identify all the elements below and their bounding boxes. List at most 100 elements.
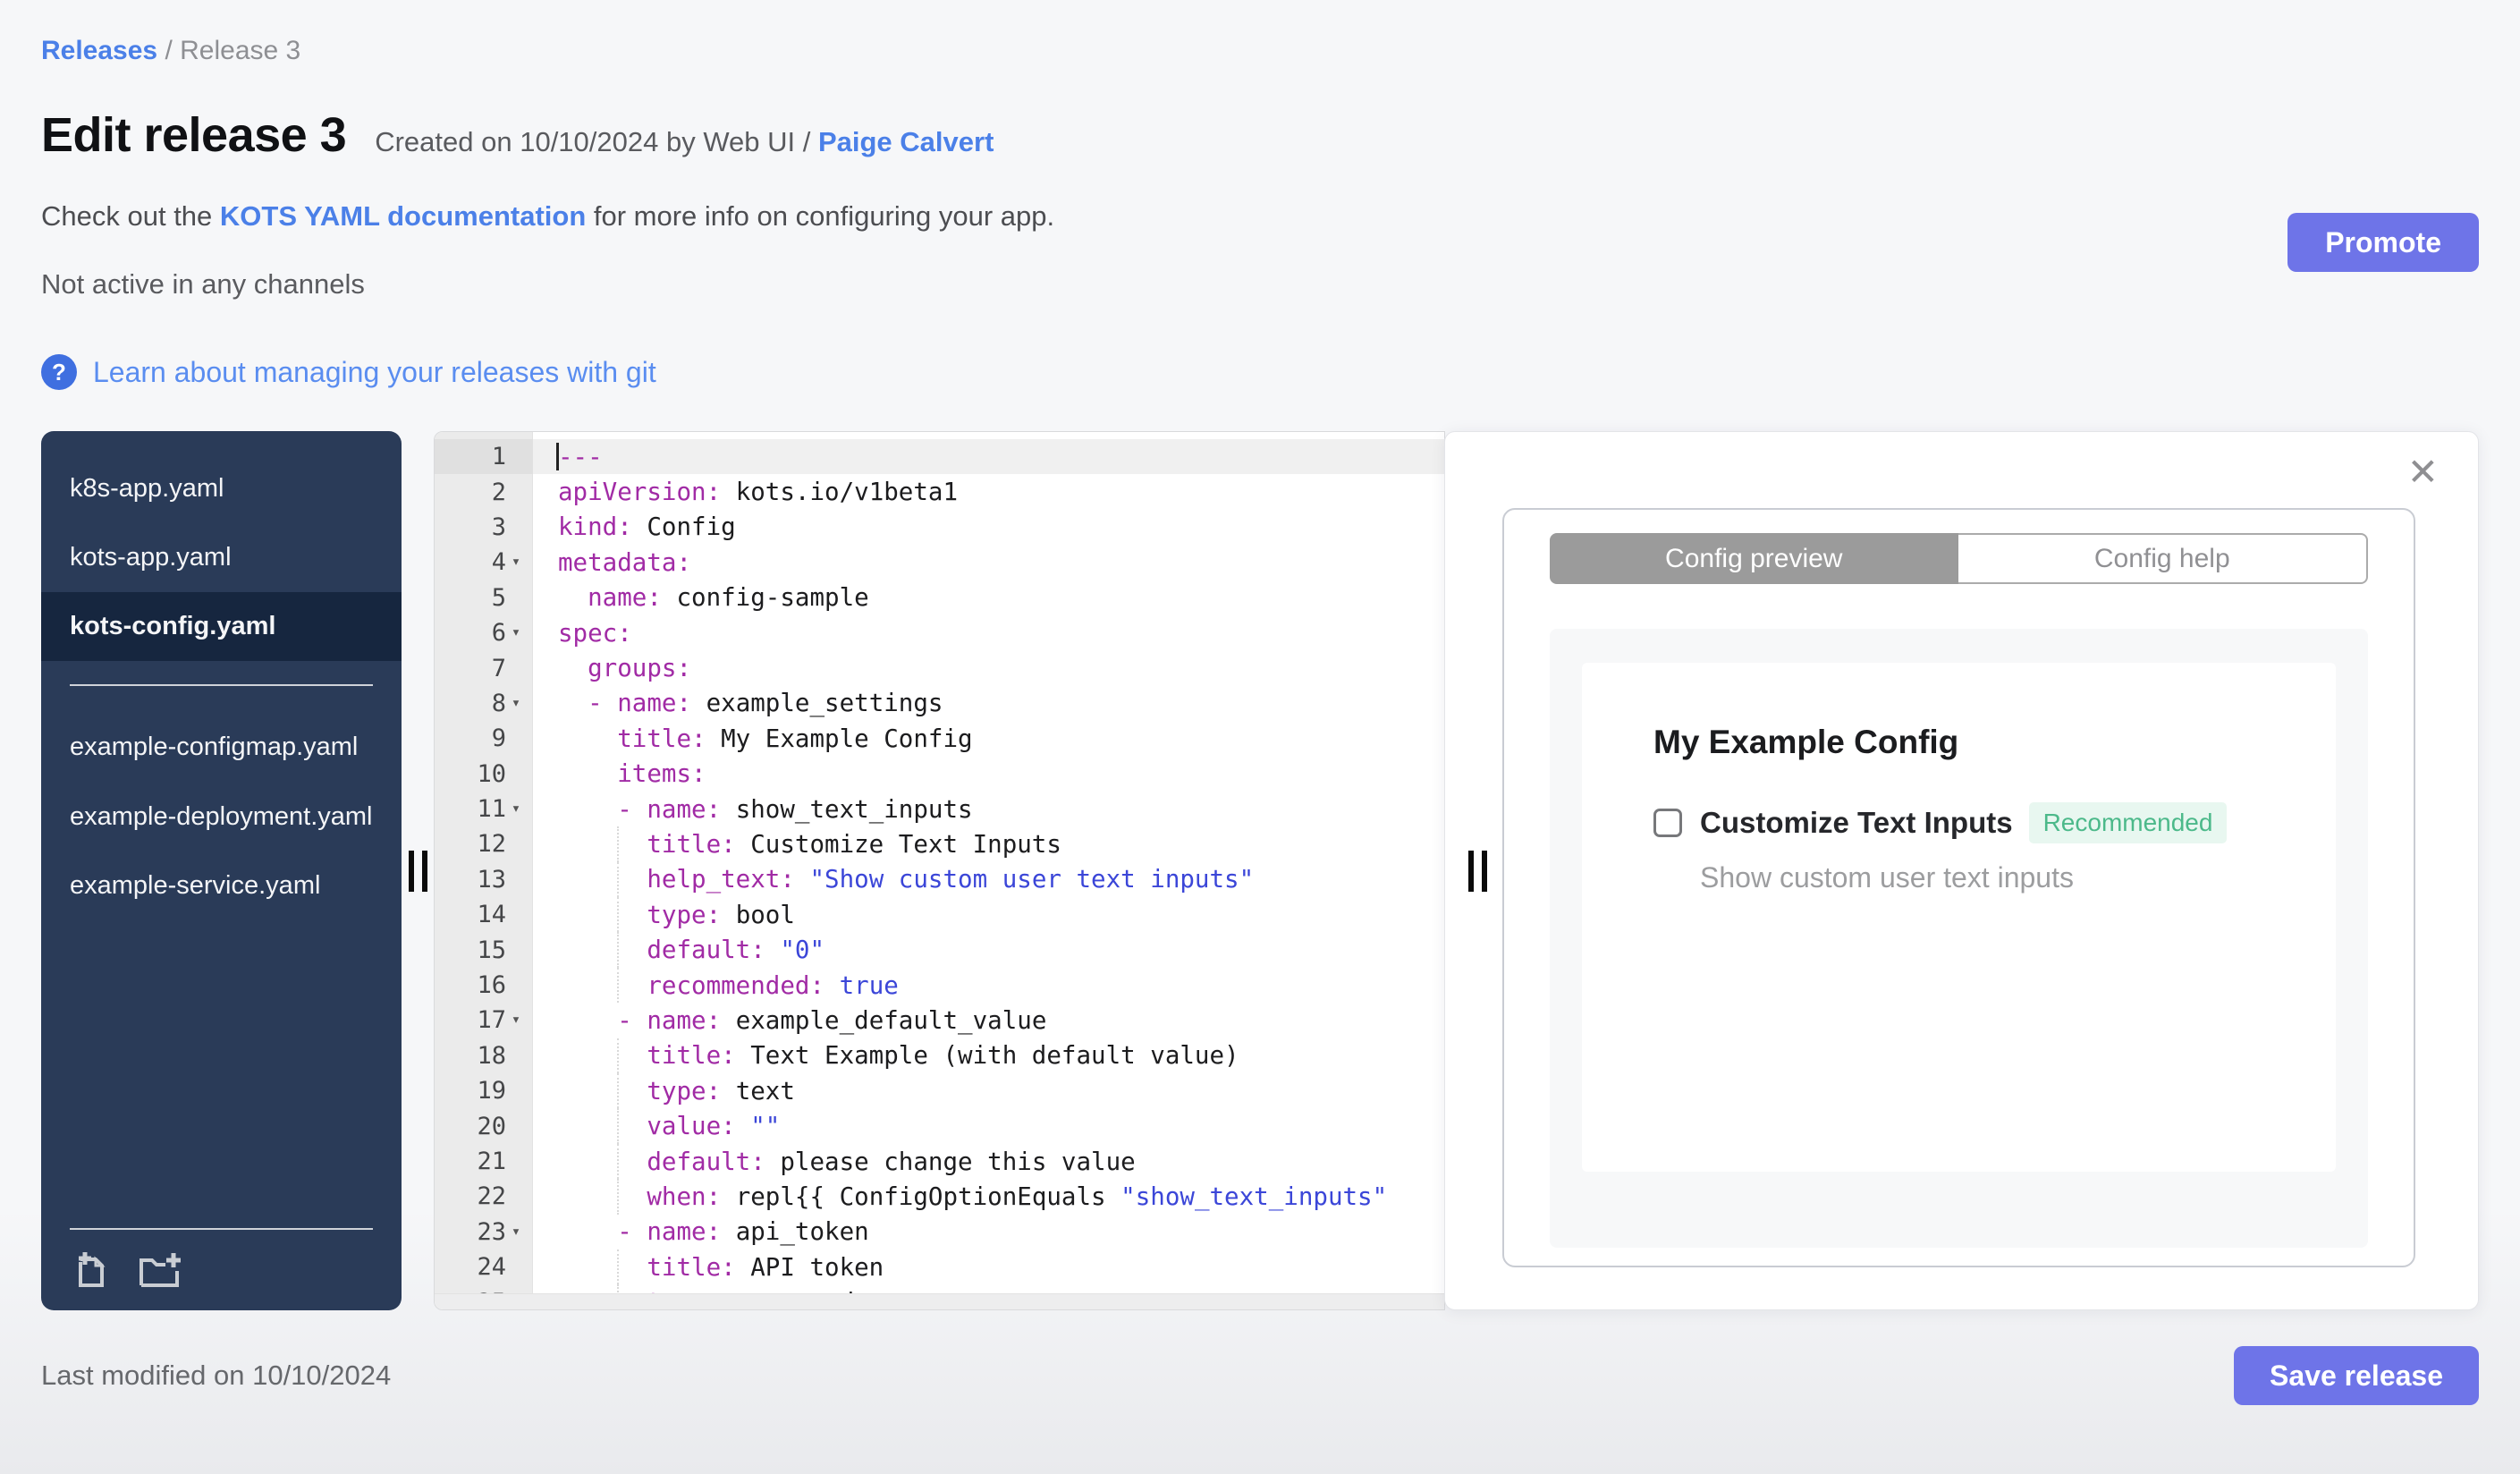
preview-card: Config preview Config help My Example Co… — [1502, 508, 2415, 1267]
line-number: 23 ▾ — [435, 1215, 533, 1250]
code-line-content[interactable]: when: repl{{ ConfigOptionEquals "show_te… — [533, 1179, 1444, 1215]
fold-arrow-icon[interactable]: ▾ — [506, 695, 526, 711]
code-line-content[interactable]: default: "0" — [533, 932, 1444, 968]
line-number: 21 — [477, 1148, 506, 1175]
indent-guide — [617, 861, 620, 898]
channel-status: Not active in any channels — [41, 268, 365, 300]
line-number: 2 — [491, 478, 506, 506]
sidebar-resize-handle[interactable] — [402, 431, 434, 1310]
line-number: 9 — [491, 724, 506, 753]
code-line-content[interactable]: - name: example_settings — [533, 686, 1444, 721]
code-line-content[interactable]: metadata: — [533, 545, 1444, 580]
line-number: 12 — [477, 830, 506, 859]
save-release-button[interactable]: Save release — [2234, 1346, 2479, 1405]
sidebar-item-example-deployment-yaml[interactable]: example-deployment.yaml — [41, 783, 402, 851]
code-line-content[interactable]: default: please change this value — [533, 1143, 1444, 1180]
fold-arrow-icon[interactable]: ▾ — [506, 625, 526, 640]
breadcrumb-separator: / — [157, 36, 181, 65]
code-line-content[interactable]: recommended: true — [533, 967, 1444, 1004]
sidebar-item-example-service-yaml[interactable]: example-service.yaml — [41, 851, 402, 920]
code-line-content[interactable]: kind: Config — [533, 510, 1444, 545]
code-line-23: 23 ▾ - name: api_token — [435, 1215, 1444, 1250]
code-line-20: 20 value: "" — [435, 1108, 1444, 1144]
line-number: 6 ▾ — [435, 615, 533, 650]
created-text: Created on 10/10/2024 by Web UI / Paige … — [375, 126, 994, 158]
indent-guide — [617, 932, 620, 968]
sidebar-item-k8s-app-yaml[interactable]: k8s-app.yaml — [41, 454, 402, 523]
code-line-content[interactable]: type: password — [533, 1284, 1444, 1293]
code-line-content[interactable]: type: text — [533, 1073, 1444, 1109]
author-link[interactable]: Paige Calvert — [818, 126, 994, 157]
code-line-content[interactable]: - name: api_token — [533, 1215, 1444, 1250]
new-folder-icon — [140, 1253, 181, 1287]
code-line-5: 5 name: config-sample — [435, 580, 1444, 615]
line-number: 5 — [491, 583, 506, 612]
indent-guide — [617, 1038, 620, 1074]
config-item-checkbox[interactable] — [1653, 809, 1682, 837]
line-number: 18 — [477, 1041, 506, 1070]
code-line-9: 9 title: My Example Config — [435, 721, 1444, 756]
file-sidebar: k8s-app.yaml kots-app.yaml kots-config.yam… — [41, 431, 402, 1310]
sidebar-item-kots-app-yaml[interactable]: kots-app.yaml — [41, 523, 402, 592]
new-folder-button[interactable] — [138, 1250, 184, 1291]
learn-git-link[interactable]: Learn about managing your releases with … — [93, 356, 656, 389]
line-number: 1 — [435, 439, 533, 475]
code-line-content[interactable]: groups: — [533, 650, 1444, 685]
code-line-content[interactable]: apiVersion: kots.io/v1beta1 — [533, 474, 1444, 509]
file-list: k8s-app.yaml kots-app.yaml kots-config.yam… — [41, 454, 402, 920]
sidebar-bottom-toolbar — [70, 1228, 373, 1291]
indent-guide — [617, 897, 620, 933]
yaml-code-editor[interactable]: 1 --- 2 apiVersion: kots.io/v1beta1 3 kind: C… — [434, 431, 1445, 1310]
code-line-content[interactable]: --- — [533, 439, 1444, 475]
indent-guide — [617, 826, 620, 862]
code-line-16: 16 recommended: true — [435, 967, 1444, 1004]
breadcrumb-releases-link[interactable]: Releases — [41, 36, 157, 65]
fold-arrow-icon[interactable]: ▾ — [506, 1012, 526, 1028]
sidebar-item-example-configmap-yaml[interactable]: example-configmap.yaml — [41, 713, 402, 782]
close-icon[interactable]: ✕ — [2407, 453, 2439, 491]
code-line-17: 17 ▾ - name: example_default_value — [435, 1003, 1444, 1038]
learn-row: ? Learn about managing your releases wit… — [41, 354, 2479, 390]
preview-resize-handle[interactable] — [1468, 850, 1487, 892]
fold-arrow-icon[interactable]: ▾ — [506, 801, 526, 817]
new-file-button[interactable] — [70, 1250, 111, 1291]
kots-yaml-doc-link[interactable]: KOTS YAML documentation — [220, 200, 586, 232]
indent-guide — [617, 1179, 620, 1215]
code-line-content[interactable]: title: Text Example (with default value) — [533, 1038, 1444, 1074]
code-line-content[interactable]: - name: show_text_inputs — [533, 792, 1444, 826]
code-line-content[interactable]: title: API token — [533, 1249, 1444, 1285]
indent-guide — [617, 1108, 620, 1144]
line-number: 3 — [491, 513, 506, 541]
doc-prefix: Check out the — [41, 200, 220, 232]
line-number: 7 — [491, 654, 506, 682]
code-line-24: 24 title: API token — [435, 1249, 1444, 1285]
code-line-7: 7 groups: — [435, 650, 1444, 685]
line-number: 25 — [435, 1284, 533, 1293]
code-line-content[interactable]: title: My Example Config — [533, 721, 1444, 756]
code-line-content[interactable]: items: — [533, 757, 1444, 792]
code-line-content[interactable]: name: config-sample — [533, 580, 1444, 615]
code-line-content[interactable]: type: bool — [533, 897, 1444, 933]
code-line-content[interactable]: value: "" — [533, 1108, 1444, 1144]
sidebar-item-kots-config-yaml[interactable]: kots-config.yaml — [41, 592, 402, 662]
help-question-icon[interactable]: ? — [41, 354, 77, 390]
fold-arrow-icon[interactable]: ▾ — [506, 1224, 526, 1240]
code-line-content[interactable]: help_text: "Show custom user text inputs… — [533, 861, 1444, 898]
code-line-content[interactable]: title: Customize Text Inputs — [533, 826, 1444, 862]
code-line-content[interactable]: spec: — [533, 615, 1444, 650]
code-line-content[interactable]: - name: example_default_value — [533, 1003, 1444, 1038]
promote-button[interactable]: Promote — [2287, 213, 2479, 272]
editor-horizontal-scrollbar[interactable] — [435, 1293, 1444, 1309]
line-number: 17 ▾ — [435, 1003, 533, 1038]
code-line-15: 15 default: "0" — [435, 932, 1444, 968]
drag-handle-icon — [408, 850, 427, 892]
fold-arrow-icon[interactable]: ▾ — [506, 555, 526, 570]
tab-config-help[interactable]: Config help — [1958, 533, 2368, 584]
doc-line: Check out the KOTS YAML documentation fo… — [41, 200, 2479, 233]
indent-guide — [617, 1249, 620, 1285]
code-line-19: 19 type: text — [435, 1073, 1444, 1109]
tab-config-preview[interactable]: Config preview — [1550, 533, 1958, 584]
code-line-13: 13 help_text: "Show custom user text inp… — [435, 861, 1444, 898]
code-line-10: 10 items: — [435, 757, 1444, 792]
release-editor-panels: k8s-app.yaml kots-app.yaml kots-config.yam… — [41, 431, 2479, 1310]
